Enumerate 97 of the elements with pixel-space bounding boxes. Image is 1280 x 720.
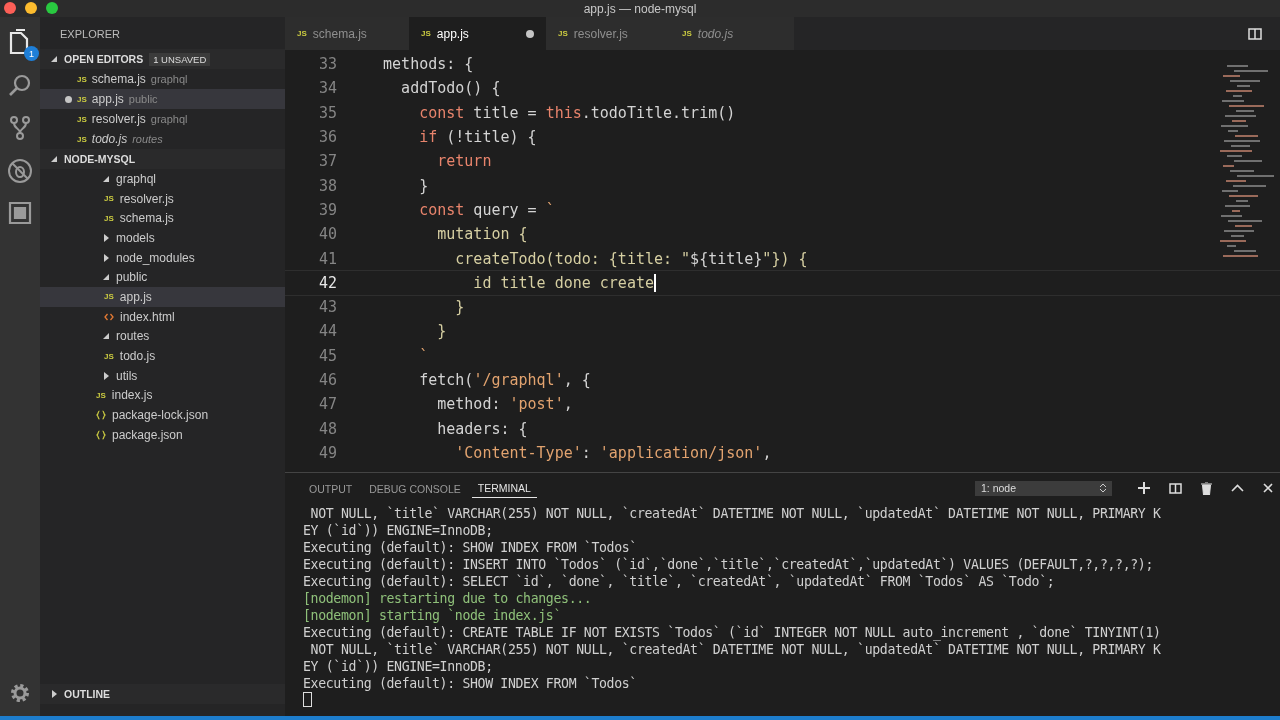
file-tree-item[interactable]: JS resolver.js [40, 188, 285, 209]
line-number: 40 [317, 225, 338, 244]
line-number: 44 [317, 322, 338, 341]
terminal-line: Executing (default): CREATE TABLE IF NOT EXISTS `Todos` (`id` INTEGER NOT NULL auto_increment , `done` TINYINT(1) [303, 624, 1162, 641]
terminal-line: NOT NULL, `title` VARCHAR(255) NOT NULL, `createdAt` DATETIME NOT NULL, `updatedAt` DATETIME NOT NULL, PRIMARY K [309, 641, 1162, 658]
code-line: fetch('/graphql', { [418, 371, 591, 389]
line-number: 43 [317, 298, 338, 317]
file-tree-item[interactable]: JS schema.js [40, 208, 285, 229]
code-line: } [418, 176, 429, 195]
code-brackets-icon [104, 312, 114, 321]
terminal-line: Executing (default): SHOW INDEX FROM `Todos` [303, 675, 638, 692]
code-line: headers: { [436, 419, 528, 438]
line-number: 45 [317, 346, 338, 365]
terminal-line: [nodemon] starting `node index.js` [303, 607, 563, 624]
panel-tab[interactable]: TERMINAL [471, 478, 537, 498]
open-editor-item[interactable]: JS app.js public [40, 89, 285, 109]
line-number: 49 [317, 443, 338, 462]
terminal-line: EY (`id`)) ENGINE=InnoDB; [303, 522, 494, 539]
minimize-window-button[interactable] [25, 2, 37, 14]
line-number: 42 [317, 273, 338, 292]
curly-braces-icon [96, 410, 106, 421]
debug-icon[interactable] [6, 157, 34, 185]
project-header[interactable]: NODE-MYSQL [40, 149, 285, 169]
caret-icon [50, 155, 58, 163]
code-line: mutation { [436, 225, 528, 244]
line-number: 38 [317, 176, 338, 195]
caret-icon [102, 332, 110, 341]
code-line: } [436, 322, 447, 341]
caret-icon [102, 273, 110, 282]
notification-badge: 1 [24, 46, 39, 61]
panel-tab[interactable]: DEBUG CONSOLE [363, 478, 467, 498]
file-tree-item[interactable]: routes [40, 326, 285, 347]
open-editor-item[interactable]: JS todo.js routes [40, 129, 285, 149]
sidebar-title: EXPLORER [59, 27, 121, 42]
terminal-line: Executing (default): SHOW INDEX FROM `Todos` [303, 539, 638, 556]
line-number: 41 [317, 249, 338, 268]
code-line: const title = this.todoTitle.trim() [418, 103, 736, 122]
file-tree-item[interactable]: utils [40, 365, 285, 386]
settings-icon[interactable] [9, 682, 31, 704]
code-line: id title done create [472, 273, 656, 292]
line-number: 47 [317, 395, 338, 414]
terminal-line: NOT NULL, `title` VARCHAR(255) NOT NULL, `createdAt` DATETIME NOT NULL, `updatedAt` DATETIME NOT NULL, PRIMARY K [309, 505, 1162, 522]
outline-header[interactable]: OUTLINE [40, 684, 285, 704]
editor-tab[interactable]: JS schema.js [285, 17, 409, 50]
caret-icon [102, 233, 110, 242]
terminal-line: Executing (default): SELECT `id`, `done`, `title`, `createdAt`, `updatedAt` FROM `Todos` AS `Todo`; [303, 573, 1056, 590]
code-line: methods: { [382, 55, 474, 74]
code-line: return [436, 152, 492, 171]
terminal-dropdown[interactable]: 1: node [975, 480, 1112, 496]
line-number: 33 [317, 55, 338, 74]
file-tree-item[interactable]: package.json [40, 424, 285, 445]
curly-braces-icon [96, 429, 106, 440]
extensions-icon[interactable] [8, 201, 32, 225]
file-tree-item[interactable]: models [40, 228, 285, 248]
open-editors-header[interactable]: OPEN EDITORS 1 UNSAVED [40, 49, 285, 69]
file-tree-item[interactable]: graphql [40, 169, 285, 189]
file-tree-item[interactable]: public [40, 267, 285, 288]
file-tree-item[interactable]: node_modules [40, 247, 285, 268]
code-line: addTodo() { [400, 79, 501, 98]
line-number: 39 [317, 200, 338, 219]
file-tree-item[interactable]: JS index.js [40, 385, 285, 406]
zoom-window-button[interactable] [46, 2, 58, 14]
file-tree-item[interactable]: JS todo.js [40, 346, 285, 366]
caret-icon [50, 690, 58, 698]
up-down-arrows-icon [1100, 483, 1106, 493]
code-line: } [454, 298, 465, 317]
line-number: 36 [317, 128, 338, 147]
editor-tab[interactable]: JS app.js [409, 17, 546, 50]
editor-tab[interactable]: JS todo.js [670, 17, 794, 50]
panel-tab[interactable]: OUTPUT [303, 478, 359, 498]
source-control-icon[interactable] [7, 115, 33, 141]
file-tree-item[interactable]: index.html [40, 306, 285, 327]
caret-icon [50, 55, 58, 63]
caret-icon [102, 174, 110, 183]
line-number: 48 [317, 419, 338, 438]
file-tree-item[interactable]: package-lock.json [40, 405, 285, 425]
code-line: method: 'post', [436, 395, 573, 414]
code-line: 'Content-Type': 'application/json', [454, 443, 772, 462]
terminal-line: EY (`id`)) ENGINE=InnoDB; [303, 658, 494, 675]
terminal-line: Executing (default): INSERT INTO `Todos` (`id`,`done`,`title`,`createdAt`,`updatedAt`) VALUES (DEFAULT,?,?,?,?); [303, 556, 1155, 573]
file-tree-item[interactable]: JS app.js [40, 287, 285, 307]
code-line: ` [418, 346, 429, 365]
code-line: createTodo(todo: {title: "${title}"}) { [454, 249, 808, 268]
line-number: 37 [317, 152, 338, 171]
code-line: if (!title) { [418, 128, 537, 147]
caret-icon [102, 253, 110, 262]
editor-tab[interactable]: JS resolver.js [546, 17, 670, 50]
line-number: 34 [317, 79, 338, 98]
terminal-line: [nodemon] restarting due to changes... [303, 590, 593, 607]
line-number: 46 [317, 371, 338, 389]
code-line: const query = ` [418, 200, 555, 219]
line-number: 35 [317, 103, 338, 122]
close-window-button[interactable] [4, 2, 16, 14]
window-title: app.js — node-mysql [583, 1, 697, 16]
open-editor-item[interactable]: JS resolver.js graphql [40, 109, 285, 129]
caret-icon [102, 371, 110, 380]
open-editor-item[interactable]: JS schema.js graphql [40, 69, 285, 89]
